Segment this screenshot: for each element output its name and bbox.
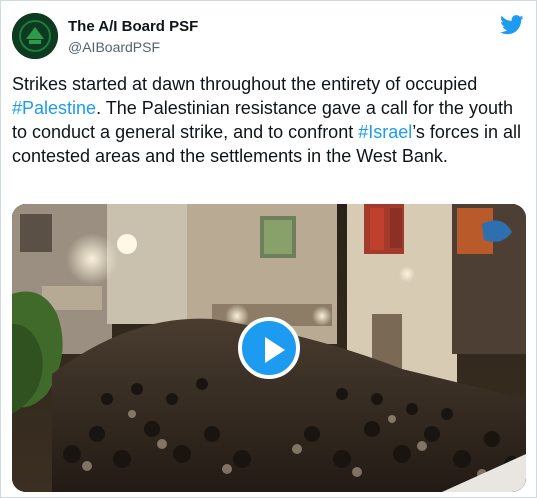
video-thumbnail[interactable] xyxy=(12,204,526,492)
avatar-logo-icon xyxy=(12,13,58,59)
author-handle[interactable]: @AIBoardPSF xyxy=(68,39,160,55)
author-name[interactable]: The A/I Board PSF xyxy=(68,18,198,35)
tweet-card: The A/I Board PSF @AIBoardPSF Strikes st… xyxy=(0,0,537,498)
twitter-bird-icon[interactable] xyxy=(500,15,524,35)
hashtag-link-israel[interactable]: #Israel xyxy=(358,122,412,142)
tweet-text-segment: Strikes started at dawn throughout the e… xyxy=(12,74,478,94)
play-button[interactable] xyxy=(238,317,300,379)
hashtag-link-palestine[interactable]: #Palestine xyxy=(12,98,96,118)
tweet-text: Strikes started at dawn throughout the e… xyxy=(12,72,528,168)
avatar[interactable] xyxy=(12,13,58,59)
tweet-header: The A/I Board PSF @AIBoardPSF xyxy=(12,13,524,63)
